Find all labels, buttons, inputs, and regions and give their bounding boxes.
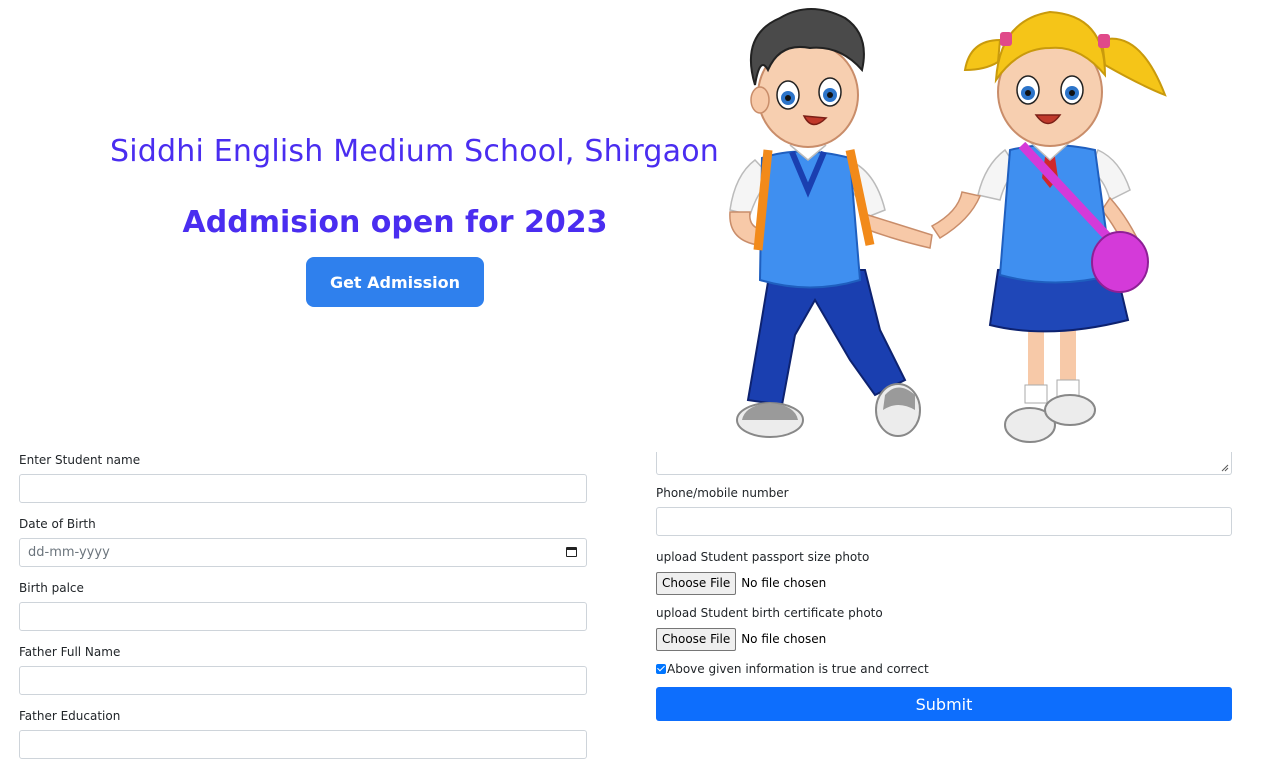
girl-figure	[930, 10, 1167, 443]
declaration-row: Above given information is true and corr…	[656, 661, 1232, 677]
admission-heading: Addmision open for 2023	[182, 205, 608, 240]
dob-placeholder: dd-mm-yyyy	[28, 545, 110, 560]
birth-cert-choose-button[interactable]: Choose File	[656, 627, 737, 651]
student-name-input[interactable]	[19, 474, 587, 503]
admission-form-right: Phone/mobile number upload Student passp…	[656, 452, 1232, 721]
passport-photo-label: upload Student passport size photo	[656, 550, 870, 564]
birth-cert-file-input: Choose File No file chosen	[656, 627, 1232, 651]
passport-photo-status: No file chosen	[741, 576, 827, 590]
phone-label: Phone/mobile number	[656, 486, 789, 500]
boy-figure	[729, 8, 933, 438]
calendar-icon[interactable]	[566, 547, 577, 557]
declaration-label: Above given information is true and corr…	[667, 662, 929, 676]
submit-button[interactable]: Submit	[656, 687, 1232, 721]
phone-input[interactable]	[656, 507, 1232, 536]
school-children-illustration	[729, 8, 1167, 443]
get-admission-button[interactable]: Get Admission	[306, 257, 484, 307]
school-name-heading: Siddhi English Medium School, Shirgaon	[110, 134, 719, 169]
birth-cert-label: upload Student birth certificate photo	[656, 606, 883, 620]
passport-photo-file-input: Choose File No file chosen	[656, 571, 1232, 595]
declaration-checkbox[interactable]	[656, 664, 666, 674]
father-education-label: Father Education	[19, 709, 121, 723]
admission-form-left: Enter Student name Date of Birth dd-mm-y…	[19, 452, 587, 772]
resize-grip-icon[interactable]	[1221, 464, 1229, 472]
father-education-input[interactable]	[19, 730, 587, 759]
birth-place-input[interactable]	[19, 602, 587, 631]
father-name-input[interactable]	[19, 666, 587, 695]
dob-label: Date of Birth	[19, 517, 96, 531]
passport-photo-choose-button[interactable]: Choose File	[656, 571, 737, 595]
birth-cert-status: No file chosen	[741, 632, 827, 646]
birth-place-label: Birth palce	[19, 581, 84, 595]
father-name-label: Father Full Name	[19, 645, 121, 659]
address-textarea[interactable]	[656, 452, 1232, 475]
dob-input[interactable]: dd-mm-yyyy	[19, 538, 587, 567]
student-name-label: Enter Student name	[19, 453, 141, 467]
